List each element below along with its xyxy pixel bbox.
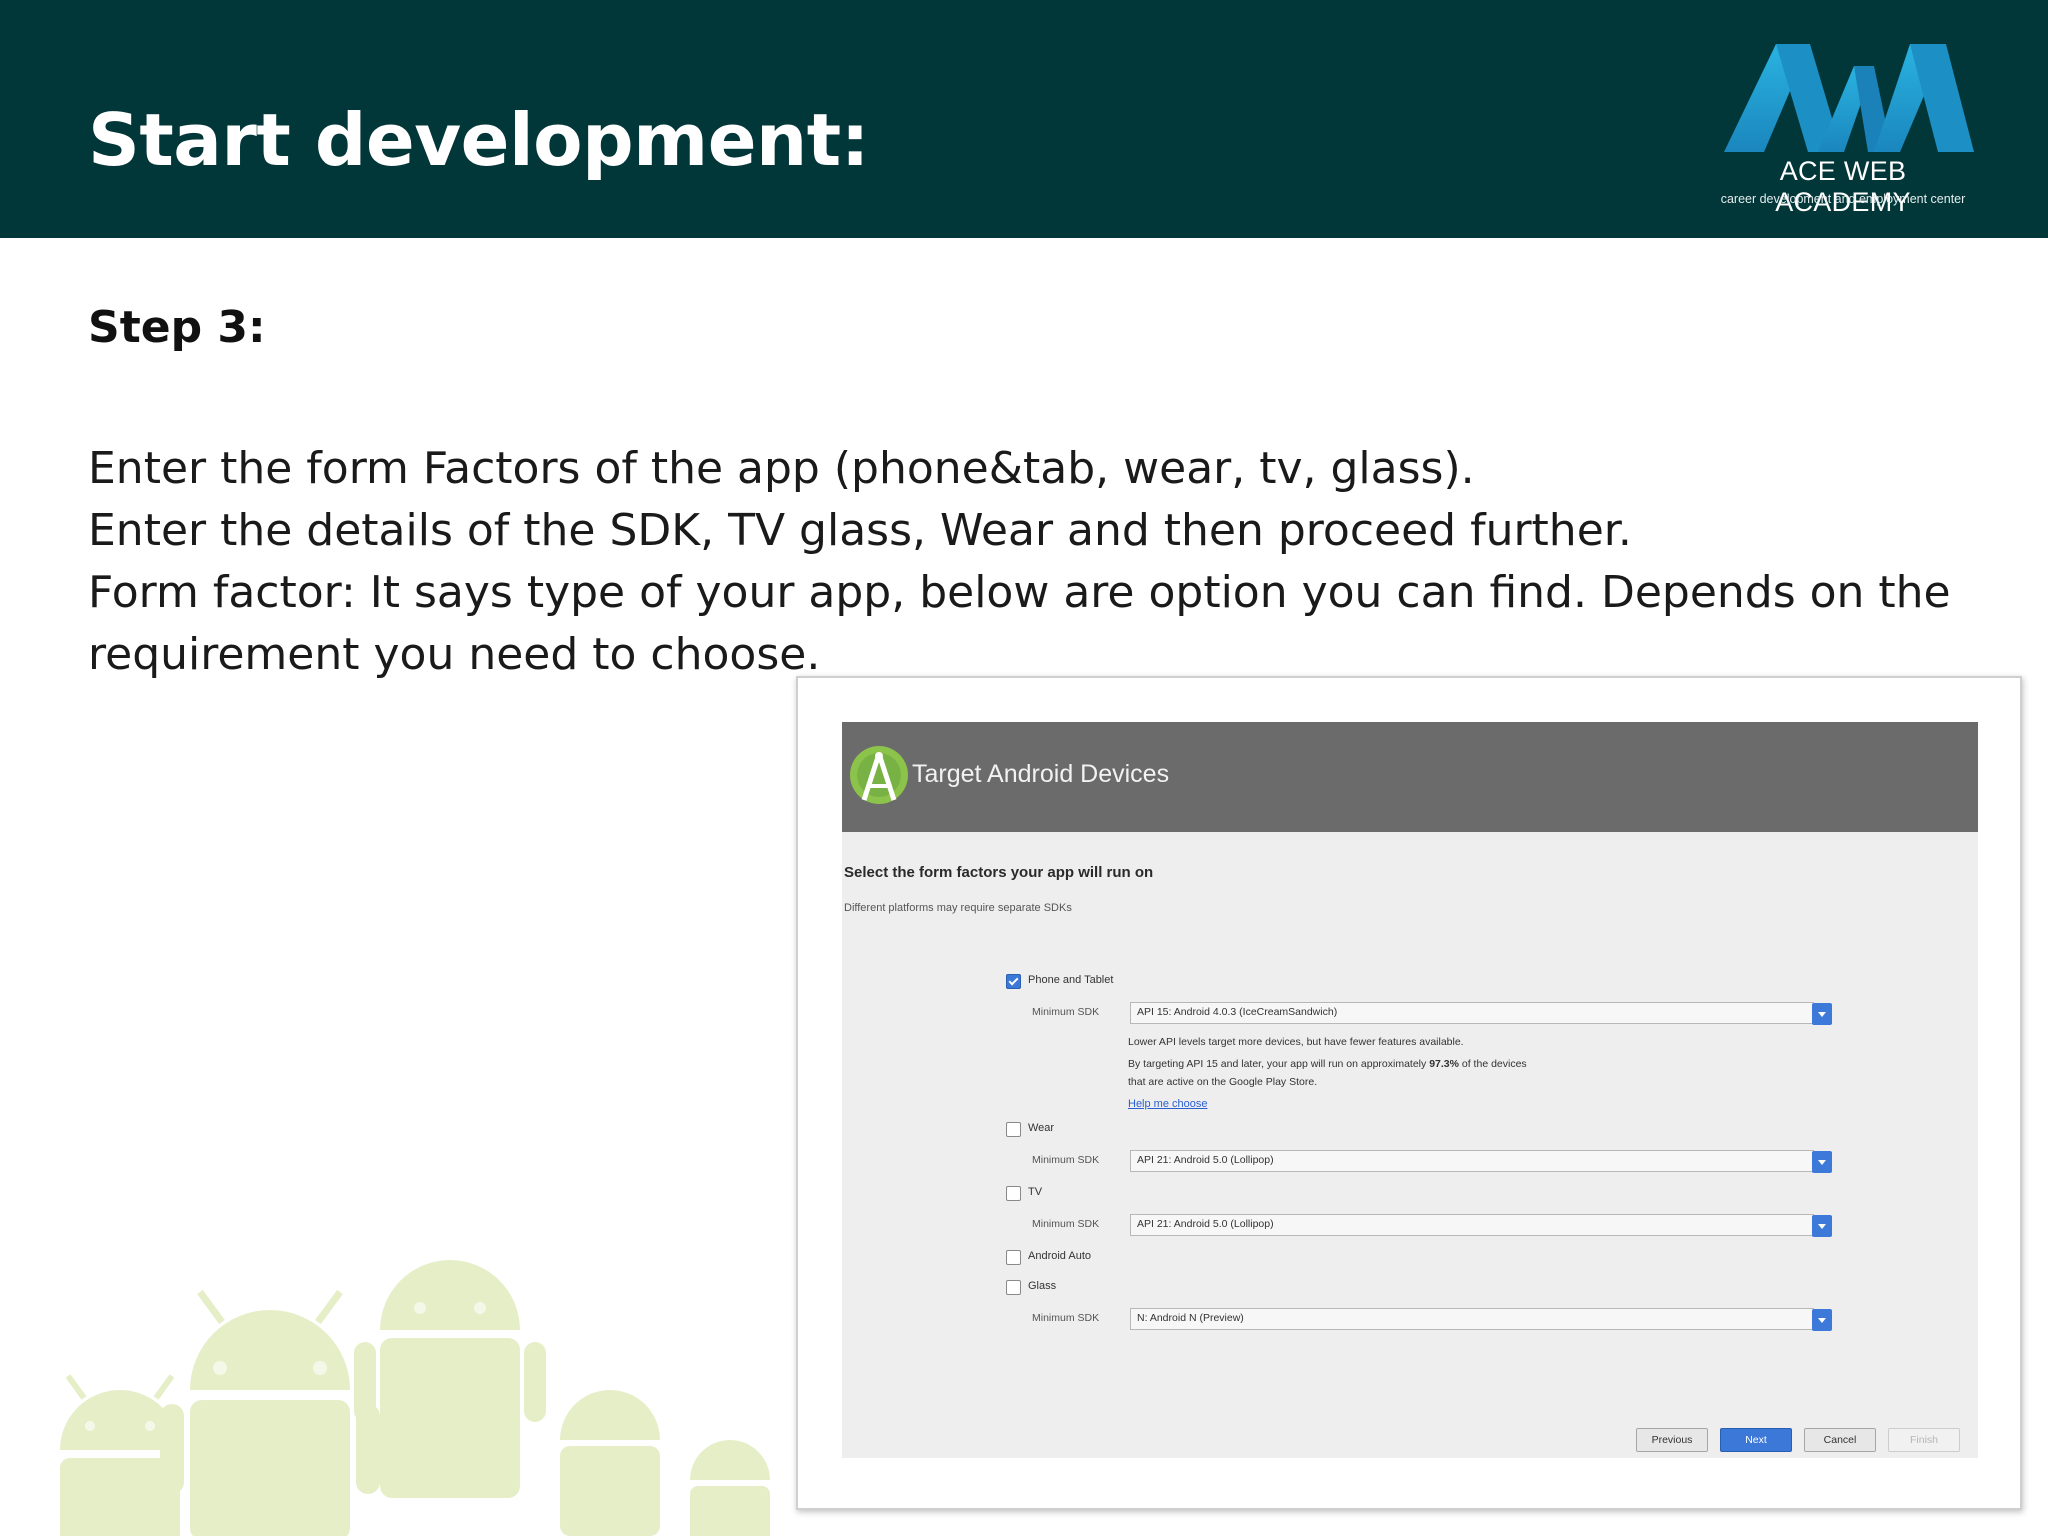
api-coverage-line: By targeting API 15 and later, your app … [1128,1058,1527,1070]
min-sdk-label: Minimum SDK [1032,1218,1100,1230]
previous-button[interactable]: Previous [1636,1428,1708,1452]
coverage-suffix: of the devices [1458,1058,1527,1070]
body-line: Enter the details of the SDK, TV glass, … [88,505,1632,556]
wizard-screenshot: Target Android Devices Select the form f… [796,676,2022,1510]
android-studio-icon [850,746,908,804]
phone-tablet-label: Phone and Tablet [1028,974,1114,986]
phone-min-sdk-value: API 15: Android 4.0.3 (IceCreamSandwich) [1137,1006,1338,1018]
coverage-percent: 97.3% [1429,1058,1459,1070]
ace-web-academy-logo: ACE WEB ACADEMY career development and e… [1712,40,1974,217]
coverage-prefix: By targeting API 15 and later, your app … [1128,1058,1430,1070]
slide-header: Start development: ACE WEB ACADEMY caree… [0,0,2048,238]
logo-tagline: career development and employment center [1720,192,1966,206]
min-sdk-label: Minimum SDK [1032,1006,1100,1018]
body-line: Form factor: It says type of your app, b… [88,567,1951,618]
android-robots-background [60,1260,770,1536]
slide-body: Enter the form Factors of the app (phone… [88,438,1968,686]
chevron-down-icon[interactable] [1812,1309,1832,1331]
api-info-line: Lower API levels target more devices, bu… [1128,1036,1464,1048]
min-sdk-label: Minimum SDK [1032,1154,1100,1166]
chevron-down-icon[interactable] [1812,1003,1832,1025]
target-android-devices-dialog: Target Android Devices Select the form f… [842,722,1978,1458]
chevron-down-icon[interactable] [1812,1215,1832,1237]
wear-checkbox[interactable] [1006,1122,1021,1137]
glass-min-sdk-select[interactable]: N: Android N (Preview) [1130,1308,1832,1331]
wear-label: Wear [1028,1122,1055,1134]
tv-min-sdk-value: API 21: Android 5.0 (Lollipop) [1137,1218,1274,1230]
tv-label: TV [1028,1186,1043,1198]
next-button[interactable]: Next [1720,1428,1792,1452]
wizard-title: Target Android Devices [912,760,1170,788]
tv-min-sdk-select[interactable]: API 21: Android 5.0 (Lollipop) [1130,1214,1832,1237]
glass-min-sdk-value: N: Android N (Preview) [1137,1312,1244,1324]
android-auto-checkbox[interactable] [1006,1250,1021,1265]
cancel-button[interactable]: Cancel [1804,1428,1876,1452]
slide-title: Start development: [88,98,870,182]
phone-tablet-checkbox[interactable] [1006,974,1021,989]
section-title: Select the form factors your app will ru… [844,864,1154,881]
logo-name: ACE WEB ACADEMY [1775,156,1911,217]
glass-label: Glass [1028,1280,1057,1292]
step-label: Step 3: [88,302,266,353]
chevron-down-icon[interactable] [1812,1151,1832,1173]
wear-min-sdk-value: API 21: Android 5.0 (Lollipop) [1137,1154,1274,1166]
section-subtitle: Different platforms may require separate… [844,902,1072,914]
min-sdk-label: Minimum SDK [1032,1312,1100,1324]
tv-checkbox[interactable] [1006,1186,1021,1201]
body-line: Enter the form Factors of the app (phone… [88,443,1475,494]
help-me-choose-link[interactable]: Help me choose [1128,1098,1208,1110]
glass-checkbox[interactable] [1006,1280,1021,1295]
finish-button[interactable]: Finish [1888,1428,1960,1452]
android-auto-label: Android Auto [1028,1250,1091,1262]
logo-mark-icon [1724,44,1974,152]
api-store-line: that are active on the Google Play Store… [1128,1076,1318,1088]
phone-min-sdk-select[interactable]: API 15: Android 4.0.3 (IceCreamSandwich) [1130,1002,1832,1025]
wear-min-sdk-select[interactable]: API 21: Android 5.0 (Lollipop) [1130,1150,1832,1173]
wizard-header: Target Android Devices [842,722,1978,832]
